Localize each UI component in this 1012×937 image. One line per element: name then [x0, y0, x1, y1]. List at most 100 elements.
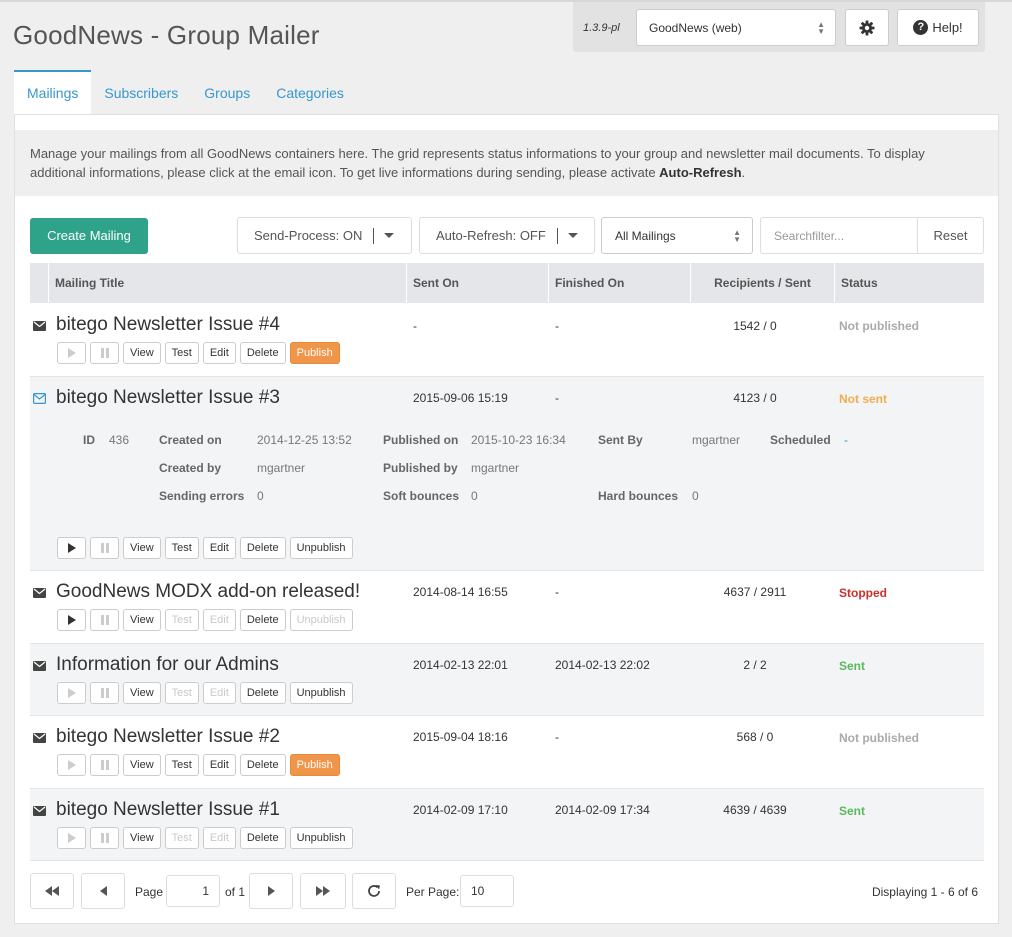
edit-button[interactable]: Edit — [202, 537, 236, 559]
column-finished-on[interactable]: Finished On — [548, 263, 690, 303]
envelope-icon[interactable] — [33, 588, 46, 598]
pause-icon — [100, 543, 109, 553]
table-row[interactable]: bitego Newsletter Issue #2 2015-09-04 18… — [30, 716, 984, 789]
mailings-filter-select[interactable]: All Mailings ▲ ▼ — [601, 217, 753, 254]
tab-mailings[interactable]: Mailings — [14, 70, 92, 114]
table-row[interactable]: bitego Newsletter Issue #1 2014-02-09 17… — [30, 789, 984, 861]
tab-groups[interactable]: Groups — [191, 70, 263, 114]
question-circle-icon: ? — [913, 20, 929, 35]
pause-button[interactable] — [90, 827, 119, 849]
pause-button[interactable] — [90, 342, 119, 364]
caret-down-icon[interactable] — [567, 233, 578, 238]
column-recipients-sent[interactable]: Recipients / Sent — [690, 263, 834, 303]
envelope-icon[interactable] — [33, 661, 46, 671]
view-button[interactable]: View — [123, 342, 161, 364]
unpublish-button[interactable]: Unpublish — [289, 682, 353, 704]
mailing-title: bitego Newsletter Issue #3 — [56, 387, 280, 408]
start-button[interactable] — [57, 342, 86, 364]
help-button[interactable]: ? Help! — [897, 9, 979, 46]
envelope-open-icon[interactable] — [33, 393, 46, 404]
tab-subscribers[interactable]: Subscribers — [91, 70, 191, 114]
table-row[interactable]: Information for our Admins 2014-02-13 22… — [30, 644, 984, 716]
delete-button[interactable]: Delete — [239, 609, 286, 631]
publish-button[interactable]: Publish — [289, 754, 340, 776]
container-select[interactable]: GoodNews (web) ▲ ▼ — [636, 9, 836, 46]
sent-on: 2015-09-06 15:19 — [413, 391, 508, 405]
delete-button[interactable]: Delete — [239, 827, 286, 849]
caret-down-icon[interactable] — [384, 233, 395, 238]
finished-on: - — [555, 319, 559, 333]
column-status[interactable]: Status — [834, 263, 984, 303]
edit-button[interactable]: Edit — [202, 682, 236, 704]
pause-button[interactable] — [90, 682, 119, 704]
edit-button[interactable]: Edit — [202, 342, 236, 364]
edit-button[interactable]: Edit — [202, 754, 236, 776]
view-button[interactable]: View — [123, 754, 161, 776]
test-button[interactable]: Test — [164, 682, 199, 704]
detail-created-by-label: Created by — [159, 461, 222, 475]
start-button[interactable] — [57, 827, 86, 849]
view-button[interactable]: View — [123, 537, 161, 559]
envelope-icon[interactable] — [33, 733, 46, 743]
reset-button[interactable]: Reset — [917, 217, 984, 254]
previous-page-button[interactable] — [81, 873, 125, 909]
delete-button[interactable]: Delete — [239, 342, 286, 364]
displaying-count: Displaying 1 - 6 of 6 — [871, 885, 978, 899]
pause-icon — [100, 348, 109, 358]
table-row[interactable]: GoodNews MODX add-on released! 2014-08-1… — [30, 571, 984, 644]
last-page-button[interactable] — [300, 873, 346, 909]
test-button[interactable]: Test — [164, 609, 199, 631]
view-button[interactable]: View — [123, 609, 161, 631]
send-process-button[interactable]: Send-Process: ON — [237, 217, 412, 254]
first-page-button[interactable] — [30, 873, 74, 909]
test-button[interactable]: Test — [164, 537, 199, 559]
test-button[interactable]: Test — [164, 827, 199, 849]
delete-button[interactable]: Delete — [239, 754, 286, 776]
unpublish-button[interactable]: Unpublish — [289, 537, 353, 559]
publish-button[interactable]: Publish — [289, 342, 340, 364]
settings-button[interactable] — [845, 9, 889, 46]
split-separator — [556, 227, 558, 244]
start-button[interactable] — [57, 682, 86, 704]
pause-button[interactable] — [90, 609, 119, 631]
test-button[interactable]: Test — [164, 754, 199, 776]
unpublish-button[interactable]: Unpublish — [289, 609, 353, 631]
page-title: GoodNews - Group Mailer — [13, 20, 320, 50]
edit-button[interactable]: Edit — [202, 827, 236, 849]
view-button[interactable]: View — [123, 682, 161, 704]
recipients-sent: 2 / 2 — [743, 658, 767, 672]
start-button[interactable] — [57, 609, 86, 631]
pagination-bar: Page 1 of 1 Per Page: 10 Displaying 1 - … — [30, 873, 984, 909]
auto-refresh-button[interactable]: Auto-Refresh: OFF — [419, 217, 595, 254]
view-button[interactable]: View — [123, 827, 161, 849]
test-button[interactable]: Test — [164, 342, 199, 364]
tab-bar: Mailings Subscribers Groups Categories — [14, 70, 357, 114]
page-number-input[interactable]: 1 — [166, 875, 220, 907]
pause-button[interactable] — [90, 754, 119, 776]
table-row[interactable]: bitego Newsletter Issue #3 2015-09-06 15… — [30, 377, 984, 571]
caret-right-icon — [267, 886, 275, 896]
detail-scheduled-label: Scheduled — [770, 433, 831, 447]
start-button[interactable] — [57, 537, 86, 559]
start-button[interactable] — [57, 754, 86, 776]
column-mailing-title[interactable]: Mailing Title — [48, 263, 407, 303]
row-actions: View Test Edit Delete Publish — [57, 754, 340, 776]
edit-button[interactable]: Edit — [202, 609, 236, 631]
row-actions: View Test Edit Delete Unpublish — [57, 682, 353, 704]
recipients-sent: 4123 / 0 — [733, 391, 777, 405]
next-page-button[interactable] — [249, 873, 293, 909]
pause-button[interactable] — [90, 537, 119, 559]
create-mailing-button[interactable]: Create Mailing — [30, 218, 148, 254]
per-page-input[interactable]: 10 — [460, 875, 514, 907]
envelope-icon[interactable] — [33, 806, 46, 816]
unpublish-button[interactable]: Unpublish — [289, 827, 353, 849]
detail-hard-bounces-label: Hard bounces — [598, 489, 679, 503]
refresh-button[interactable] — [352, 873, 396, 909]
table-row[interactable]: bitego Newsletter Issue #4 - - 1542 / 0 … — [30, 304, 984, 377]
envelope-icon[interactable] — [33, 321, 46, 331]
tab-categories[interactable]: Categories — [263, 70, 357, 114]
search-input[interactable]: Searchfilter... — [760, 217, 918, 254]
delete-button[interactable]: Delete — [239, 682, 286, 704]
delete-button[interactable]: Delete — [239, 537, 286, 559]
column-sent-on[interactable]: Sent On — [406, 263, 548, 303]
